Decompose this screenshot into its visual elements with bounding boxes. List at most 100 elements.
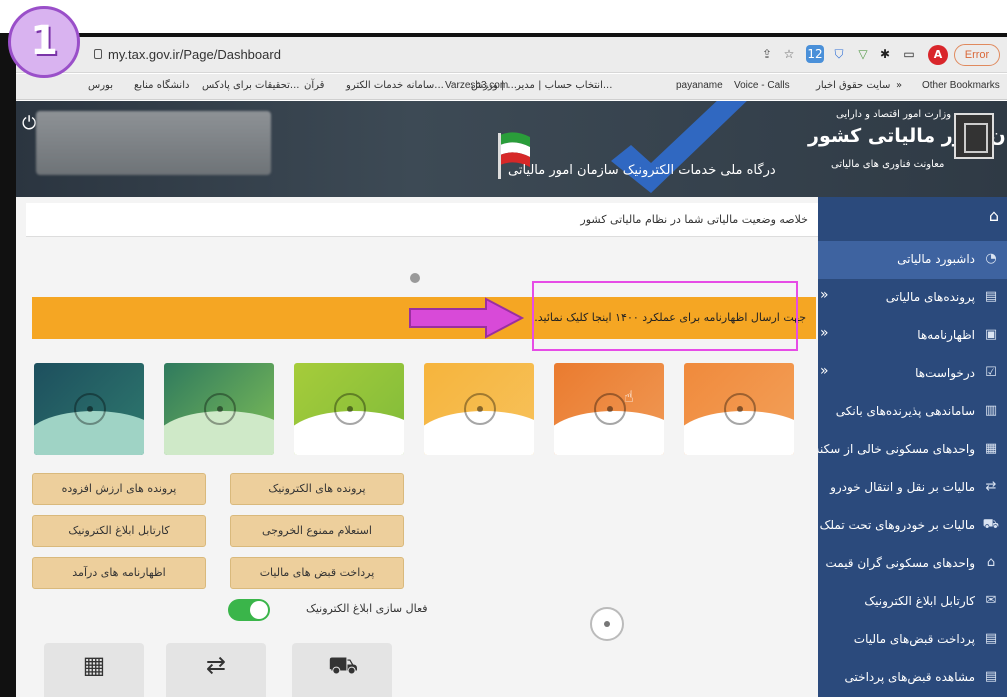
bookmark-item[interactable]: سایت حقوق اخبار bbox=[816, 80, 890, 91]
car-icon: ⛟ bbox=[328, 651, 359, 679]
summary-bar: خلاصه وضعیت مالیاتی شما در نظام مالیاتی … bbox=[26, 203, 818, 237]
electronic-files-button[interactable]: پرونده های الکترونیک bbox=[230, 473, 404, 505]
stat-card[interactable] bbox=[294, 363, 404, 455]
bookmark-item[interactable]: قرآن bbox=[304, 80, 324, 91]
vpn-icon[interactable]: ▽ bbox=[854, 45, 872, 63]
sidebar-item-requests[interactable]: ☑ درخواست‌ها « bbox=[818, 355, 1007, 393]
loading-indicator-icon bbox=[590, 607, 624, 641]
sidebar-item-owned-car-tax[interactable]: ⛟ مالیات بر خودروهای تحت تملک bbox=[818, 507, 1007, 545]
bank-icon: ▥ bbox=[984, 403, 998, 418]
step-badge: 1 bbox=[8, 6, 80, 78]
service-tile[interactable]: ⛟ bbox=[292, 643, 392, 697]
portal-title: درگاه ملی خدمات الکترونیک سازمان امور ما… bbox=[508, 163, 776, 178]
receipt-view-icon: ▤ bbox=[984, 669, 998, 684]
chevron-icon[interactable]: « bbox=[820, 363, 829, 379]
lock-icon bbox=[94, 49, 102, 59]
sidebar-item-view-paid-bills[interactable]: ▤ مشاهده قبض‌های پرداختی bbox=[818, 659, 1007, 697]
home-icon[interactable]: ⌂ bbox=[989, 206, 999, 225]
arrow-icon bbox=[409, 297, 525, 339]
exit-ban-inquiry-button[interactable]: استعلام ممنوع الخروجی bbox=[230, 515, 404, 547]
cursor-icon: ☝ bbox=[624, 387, 634, 406]
blurred-user-info bbox=[36, 111, 271, 175]
receipt-icon: ▤ bbox=[984, 631, 998, 646]
org-ministry: وزارت امور اقتصاد و دارایی bbox=[836, 109, 952, 120]
check-icon: ☑ bbox=[985, 365, 997, 380]
org-logo bbox=[954, 113, 994, 159]
pay-tax-bills-button[interactable]: پرداخت قبض های مالیات bbox=[230, 557, 404, 589]
screen: my.tax.gov.ir/Page/Dashboard ⇪ ☆ 12 ⛉ ▽ … bbox=[0, 0, 1007, 697]
building-icon: ▦ bbox=[82, 651, 106, 679]
main-content: خلاصه وضعیت مالیاتی شما در نظام مالیاتی … bbox=[16, 197, 818, 697]
card-indicator-icon bbox=[204, 393, 236, 425]
inbox-icon: ✉ bbox=[985, 593, 997, 608]
shield-icon[interactable]: ⛉ bbox=[830, 45, 848, 63]
top-margin bbox=[0, 0, 1007, 34]
card-indicator-icon bbox=[334, 393, 366, 425]
sidebar-item-pay-tax-bills[interactable]: ▤ پرداخت قبض‌های مالیات bbox=[818, 621, 1007, 659]
chevron-icon[interactable]: « bbox=[820, 325, 829, 341]
e-notice-toggle-label: فعال سازی ابلاغ الکترونیک bbox=[306, 602, 428, 615]
error-button[interactable]: Error bbox=[954, 44, 1000, 66]
browser-address-bar: my.tax.gov.ir/Page/Dashboard ⇪ ☆ 12 ⛉ ▽ … bbox=[16, 37, 1007, 73]
frame-border-left bbox=[0, 33, 16, 697]
bookmark-item[interactable]: سامانه خدمات الکترو... bbox=[346, 80, 444, 91]
stat-card[interactable] bbox=[684, 363, 794, 455]
e-notice-inbox-button[interactable]: کارتابل ابلاغ الکترونیک bbox=[32, 515, 206, 547]
bookmark-item[interactable]: payaname bbox=[676, 80, 723, 91]
sidebar-item-bank-acceptors[interactable]: ▥ ساماندهی پذیرنده‌های بانکی bbox=[818, 393, 1007, 431]
sidebar-item-tax-files[interactable]: ▤ پرونده‌های مالیاتی « bbox=[818, 279, 1007, 317]
sidebar: ⌂ ◔ داشبورد مالیاتی ▤ پرونده‌های مالیاتی… bbox=[814, 197, 1007, 697]
stat-card[interactable]: ☝ bbox=[554, 363, 664, 455]
e-notice-toggle[interactable] bbox=[228, 599, 270, 621]
vat-files-button[interactable]: پرونده های ارزش افزوده bbox=[32, 473, 206, 505]
puzzle-icon[interactable]: ✱ bbox=[876, 45, 894, 63]
stat-card[interactable] bbox=[34, 363, 144, 455]
bookmark-item[interactable]: Voice - Calls bbox=[734, 80, 790, 91]
card-indicator-icon bbox=[724, 393, 756, 425]
chevron-icon[interactable]: « bbox=[820, 287, 829, 303]
summary-title: خلاصه وضعیت مالیاتی شما در نظام مالیاتی … bbox=[580, 213, 808, 226]
extension-badge-icon[interactable]: 12 bbox=[806, 45, 824, 63]
bookmark-overflow[interactable]: » bbox=[896, 80, 902, 91]
document-icon: ▣ bbox=[984, 327, 998, 342]
bookmark-item[interactable]: دانشگاه منابع bbox=[134, 80, 189, 91]
sidebar-item-vacant-housing[interactable]: ▦ واحدهای مسکونی خالی از سکنه bbox=[814, 431, 1007, 469]
car-transfer-icon: ⇄ bbox=[985, 479, 997, 494]
bookmark-item[interactable]: Varzesh3.com bbox=[445, 80, 508, 91]
bookmark-item[interactable]: بورس bbox=[88, 80, 113, 91]
car-icon: ⛟ bbox=[982, 517, 999, 532]
url-text[interactable]: my.tax.gov.ir/Page/Dashboard bbox=[108, 47, 281, 62]
bookmarks-bar: بورس دانشگاه منابع تحقیقات برای پادکس...… bbox=[16, 74, 1007, 100]
site-header: ⏻ درگاه ملی خدمات الکترونیک سازمان امور … bbox=[16, 101, 1007, 197]
loading-dot bbox=[410, 273, 420, 283]
house-icon: ⌂ bbox=[986, 555, 996, 570]
service-tile[interactable]: ⇄ bbox=[166, 643, 266, 697]
card-indicator-icon bbox=[74, 393, 106, 425]
sidebar-item-luxury-housing[interactable]: ⌂ واحدهای مسکونی گران قیمت bbox=[818, 545, 1007, 583]
stat-card[interactable] bbox=[164, 363, 274, 455]
stat-card[interactable] bbox=[424, 363, 534, 455]
bookmark-item[interactable]: انتخاب حساب | مدیر... bbox=[516, 80, 612, 91]
sidebar-home[interactable]: ⌂ bbox=[818, 197, 1007, 235]
sidebar-item-dashboard[interactable]: ◔ داشبورد مالیاتی bbox=[818, 241, 1007, 279]
folder-icon: ▤ bbox=[984, 289, 998, 304]
profile-avatar[interactable]: A bbox=[928, 45, 948, 65]
bookmark-other[interactable]: Other Bookmarks bbox=[922, 80, 1000, 91]
card-indicator-icon bbox=[464, 393, 496, 425]
building-icon: ▦ bbox=[984, 441, 998, 456]
card-indicator-icon bbox=[594, 393, 626, 425]
highlight-box bbox=[532, 281, 798, 351]
dashboard-icon: ◔ bbox=[985, 251, 997, 266]
sidebar-item-car-transfer-tax[interactable]: ⇄ مالیات بر نقل و انتقال خودرو bbox=[818, 469, 1007, 507]
checkmark-graphic bbox=[611, 101, 747, 193]
car-transfer-icon: ⇄ bbox=[205, 651, 227, 679]
share-icon[interactable]: ⇪ bbox=[758, 45, 776, 63]
income-declarations-button[interactable]: اظهارنامه های درآمد bbox=[32, 557, 206, 589]
service-tile[interactable]: ▦ bbox=[44, 643, 144, 697]
sidebar-icon[interactable]: ▭ bbox=[900, 45, 918, 63]
star-icon[interactable]: ☆ bbox=[780, 45, 798, 63]
sidebar-item-declarations[interactable]: ▣ اظهارنامه‌ها « bbox=[818, 317, 1007, 355]
org-deputy: معاونت فناوری های مالیاتی bbox=[831, 159, 945, 170]
bookmark-item[interactable]: تحقیقات برای پادکس... bbox=[202, 80, 299, 91]
sidebar-item-e-notice-inbox[interactable]: ✉ کارتابل ابلاغ الکترونیک bbox=[818, 583, 1007, 621]
